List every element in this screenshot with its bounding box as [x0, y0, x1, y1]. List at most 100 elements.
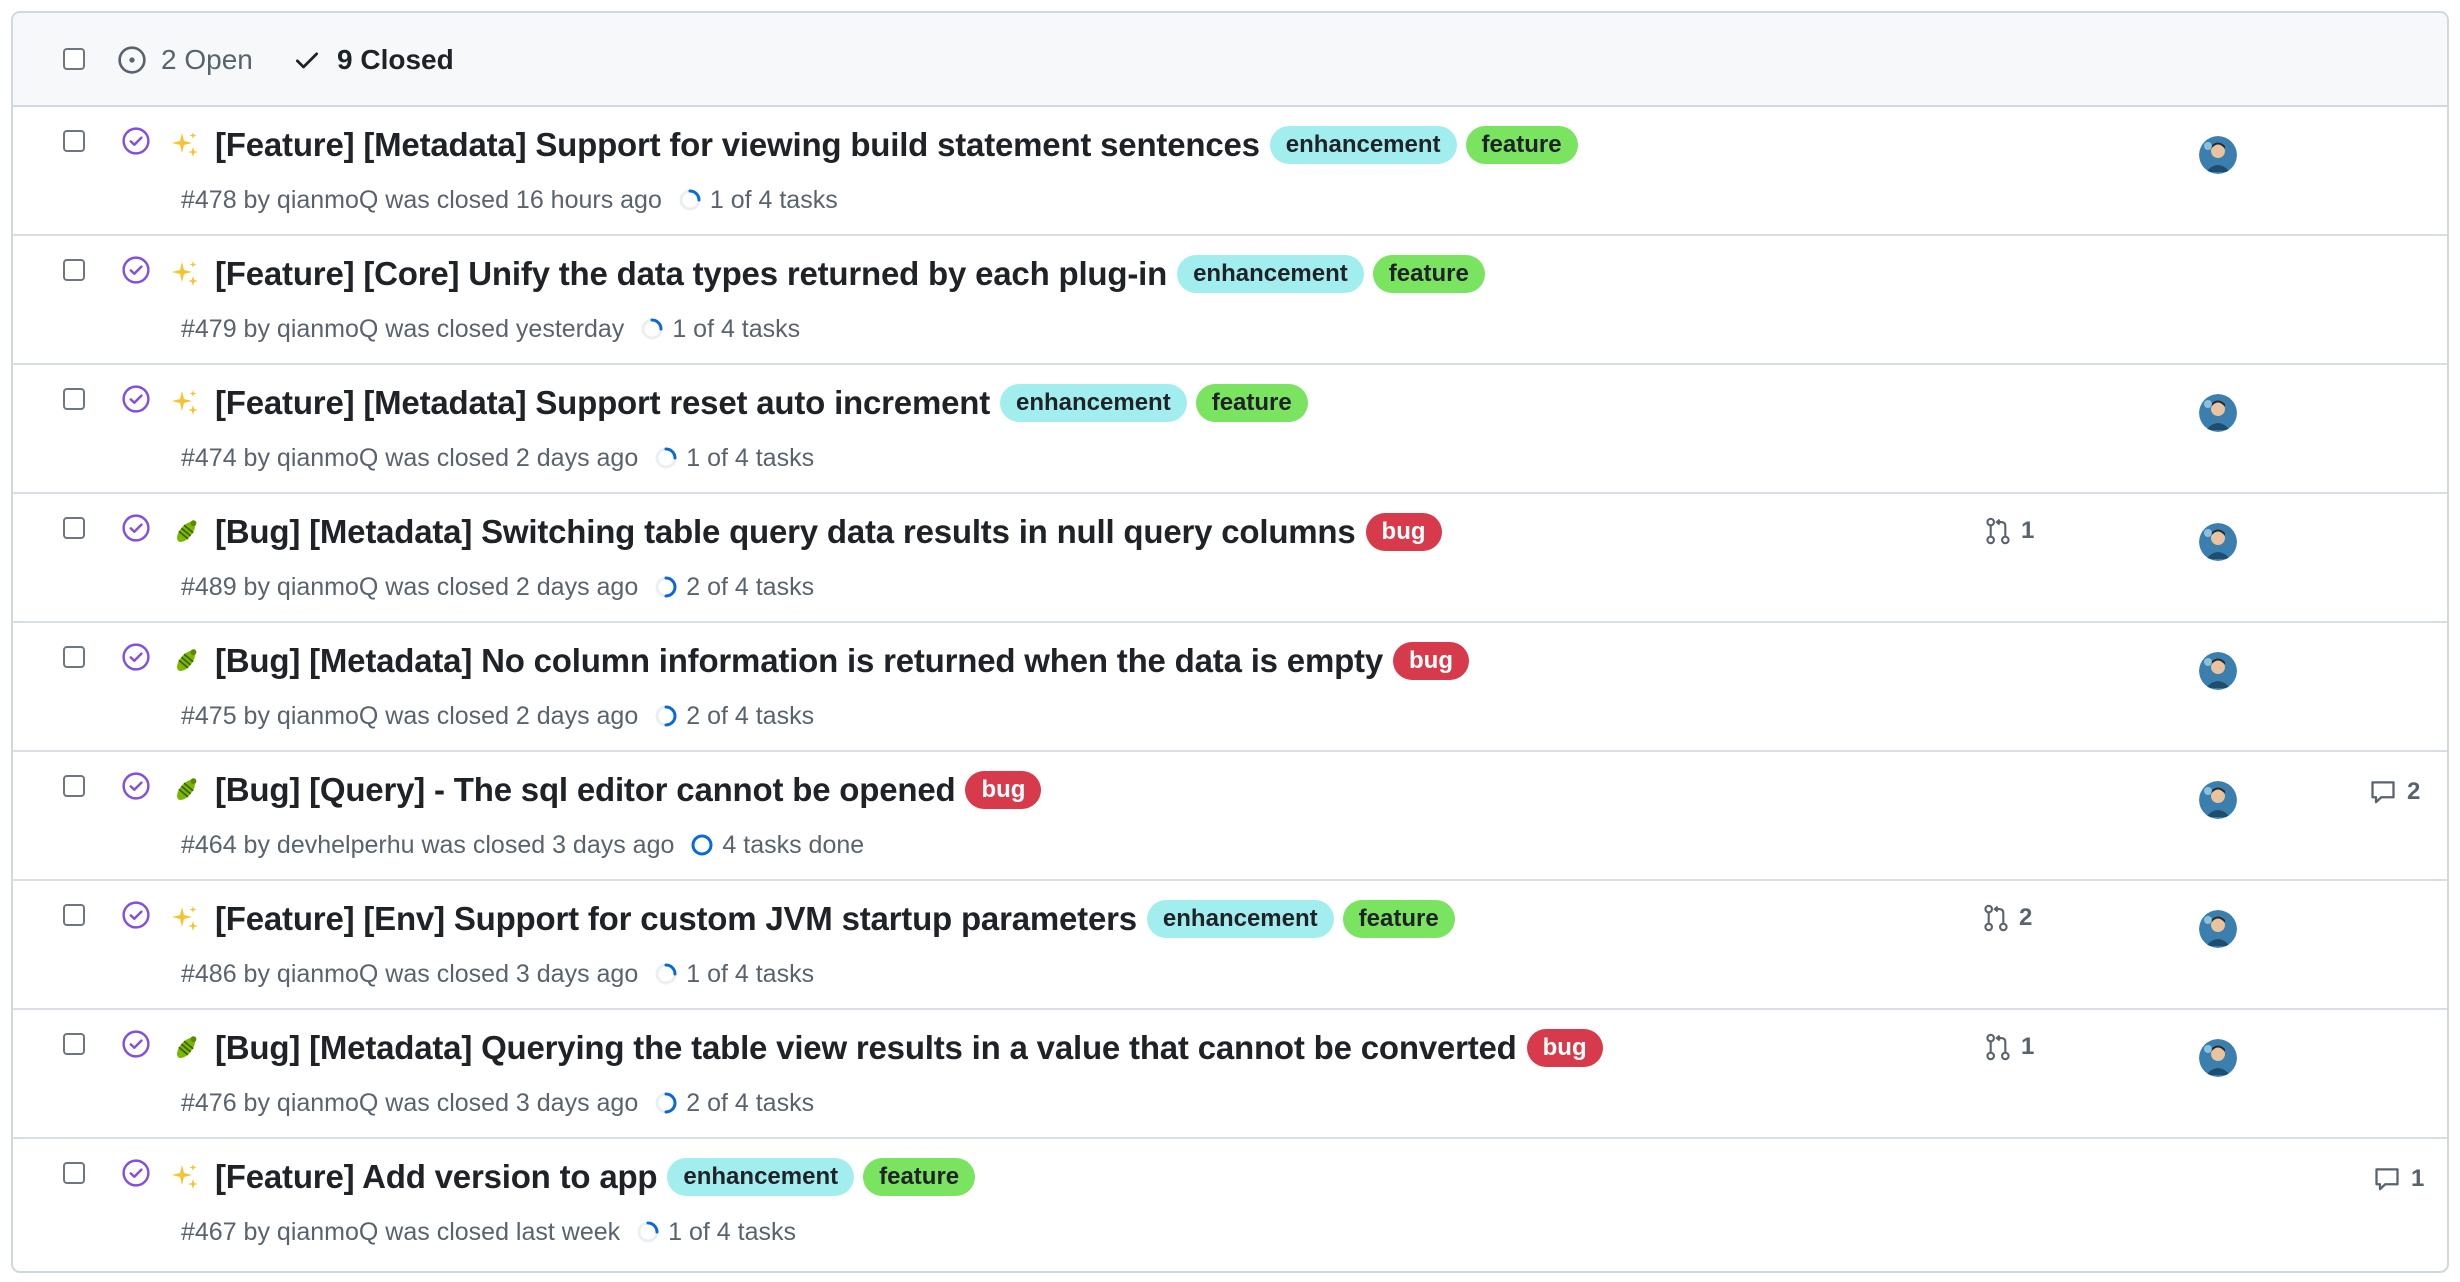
task-progress-icon — [655, 447, 677, 469]
issue-meta: #467 by qianmoQ was closed last week 1 of… — [181, 1215, 796, 1249]
assignee-avatar[interactable] — [2199, 1039, 2237, 1077]
label-bug[interactable]: bug — [1393, 642, 1469, 680]
assignee-avatar[interactable] — [2199, 910, 2237, 948]
issue-row: [Feature] [Core] Unify the data types re… — [13, 236, 2447, 365]
issue-select-checkbox[interactable] — [63, 775, 85, 797]
task-progress[interactable]: 1 of 4 tasks — [654, 444, 814, 473]
issue-meta: #474 by qianmoQ was closed 2 days ago 1 o… — [181, 441, 814, 475]
task-progress[interactable]: 2 of 4 tasks — [654, 573, 814, 602]
issue-select-checkbox[interactable] — [63, 1033, 85, 1055]
issue-closed-icon — [122, 256, 150, 284]
label-bug[interactable]: bug — [965, 771, 1042, 809]
linked-pull-requests[interactable]: 2 — [1983, 901, 2032, 935]
issues-list-header: 2 Open 9 Closed — [13, 13, 2447, 107]
linked-pull-requests[interactable]: 1 — [1985, 1030, 2034, 1064]
task-progress-icon — [679, 189, 701, 211]
issue-title-line: [Bug] [Query] - The sql editor cannot be… — [171, 768, 1042, 812]
issue-title-link[interactable]: [Feature] Add version to app — [215, 1158, 658, 1196]
issue-meta: #486 by qianmoQ was closed 3 days ago 1 o… — [181, 957, 814, 991]
issue-select-checkbox[interactable] — [63, 646, 85, 668]
task-progress-label: 4 tasks done — [722, 830, 865, 859]
issue-meta: #478 by qianmoQ was closed 16 hours ago 1… — [181, 183, 838, 217]
issue-title-link[interactable]: [Bug] [Query] - The sql editor cannot be… — [215, 771, 956, 809]
issue-opened-icon — [118, 46, 146, 74]
issue-title-line: [Feature] [Metadata] Support for viewing… — [171, 123, 1578, 167]
task-progress[interactable]: 1 of 4 tasks — [640, 315, 800, 344]
issue-meta-text: #474 by qianmoQ was closed 2 days ago — [181, 443, 639, 472]
issue-title-link[interactable]: [Feature] [Metadata] Support for viewing… — [215, 126, 1260, 164]
sparkles-icon — [172, 390, 198, 415]
issue-title-line: [Bug] [Metadata] Querying the table view… — [171, 1026, 1603, 1070]
issue-row: [Bug] [Metadata] No column information i… — [13, 623, 2447, 752]
comment-count: 1 — [2411, 1165, 2425, 1192]
issue-title-line: [Feature] Add version to app enhancement f… — [171, 1155, 976, 1199]
task-progress-label: 1 of 4 tasks — [709, 185, 838, 214]
issue-select-checkbox[interactable] — [63, 517, 85, 539]
issue-select-checkbox[interactable] — [63, 1162, 85, 1184]
issue-row: [Feature] [Metadata] Support for viewing… — [13, 107, 2447, 236]
issue-title-line: [Feature] [Core] Unify the data types re… — [171, 252, 1485, 296]
issue-meta-text: #467 by qianmoQ was closed last week — [181, 1217, 621, 1246]
task-progress-icon — [655, 1092, 677, 1114]
issue-meta: #476 by qianmoQ was closed 3 days ago 2 o… — [181, 1086, 814, 1120]
pull-request-count: 1 — [2021, 1033, 2035, 1060]
label-enhancement[interactable]: enhancement — [667, 1158, 855, 1196]
sparkles-icon — [172, 906, 198, 931]
label-feature[interactable]: feature — [1195, 384, 1308, 422]
task-progress-icon — [655, 963, 677, 985]
assignee-avatar[interactable] — [2199, 781, 2237, 819]
issue-meta-text: #475 by qianmoQ was closed 2 days ago — [181, 701, 639, 730]
issue-title-link[interactable]: [Bug] [Metadata] Querying the table view… — [215, 1029, 1517, 1067]
task-progress[interactable]: 2 of 4 tasks — [654, 1089, 814, 1118]
label-enhancement[interactable]: enhancement — [999, 384, 1187, 422]
label-feature[interactable]: feature — [863, 1158, 976, 1196]
issue-title-link[interactable]: [Feature] [Core] Unify the data types re… — [215, 255, 1167, 293]
task-progress[interactable]: 1 of 4 tasks — [678, 186, 838, 215]
issue-select-checkbox[interactable] — [63, 259, 85, 281]
issue-title-link[interactable]: [Bug] [Metadata] No column information i… — [215, 642, 1383, 680]
label-enhancement[interactable]: enhancement — [1177, 255, 1364, 293]
issue-select-checkbox[interactable] — [63, 904, 85, 926]
task-progress-icon — [637, 1221, 659, 1243]
pull-request-count: 1 — [2021, 517, 2035, 544]
assignee-avatar[interactable] — [2199, 652, 2237, 690]
issue-title-link[interactable]: [Feature] [Metadata] Support reset auto … — [215, 384, 990, 422]
assignee-avatar[interactable] — [2199, 523, 2237, 561]
issue-title-link[interactable]: [Feature] [Env] Support for custom JVM s… — [215, 900, 1137, 938]
issue-title-link[interactable]: [Bug] [Metadata] Switching table query d… — [215, 513, 1356, 551]
issue-row: [Feature] [Metadata] Support reset auto … — [13, 365, 2447, 494]
label-enhancement[interactable]: enhancement — [1269, 126, 1457, 164]
task-progress[interactable]: 1 of 4 tasks — [636, 1218, 796, 1247]
label-feature[interactable]: feature — [1465, 126, 1578, 164]
label-bug[interactable]: bug — [1365, 513, 1442, 551]
issue-closed-icon — [122, 385, 150, 413]
assignee-avatar[interactable] — [2199, 136, 2237, 174]
pull-request-icon — [1986, 517, 2010, 545]
label-feature[interactable]: feature — [1372, 255, 1485, 293]
issue-meta-text: #478 by qianmoQ was closed 16 hours ago — [181, 185, 662, 214]
issues-list: 2 Open 9 Closed [Feature] [Metadata] Sup… — [11, 11, 2449, 1273]
task-progress-label: 1 of 4 tasks — [686, 443, 815, 472]
linked-pull-requests[interactable]: 1 — [1985, 514, 2034, 548]
task-progress[interactable]: 1 of 4 tasks — [654, 960, 814, 989]
label-enhancement[interactable]: enhancement — [1146, 900, 1334, 938]
task-progress[interactable]: 4 tasks done — [690, 831, 864, 860]
closed-count-label: 9 Closed — [337, 44, 454, 75]
label-feature[interactable]: feature — [1342, 900, 1455, 938]
task-progress[interactable]: 2 of 4 tasks — [654, 702, 814, 731]
issue-title-line: [Feature] [Metadata] Support reset auto … — [171, 381, 1308, 425]
issue-row: [Feature] [Env] Support for custom JVM s… — [13, 881, 2447, 1010]
select-all-checkbox[interactable] — [63, 48, 85, 70]
issue-select-checkbox[interactable] — [63, 388, 85, 410]
comments-link[interactable]: 1 — [2373, 1162, 2424, 1196]
open-issues-filter[interactable]: 2 Open — [117, 43, 253, 77]
label-bug[interactable]: bug — [1526, 1029, 1603, 1067]
sparkles-icon — [172, 132, 198, 157]
issue-select-checkbox[interactable] — [63, 130, 85, 152]
bug-emoji-icon — [177, 1036, 197, 1058]
issue-closed-icon — [122, 643, 150, 671]
closed-issues-filter[interactable]: 9 Closed — [293, 43, 454, 77]
comments-link[interactable]: 2 — [2369, 775, 2420, 809]
open-count-label: 2 Open — [161, 44, 253, 75]
assignee-avatar[interactable] — [2199, 394, 2237, 432]
